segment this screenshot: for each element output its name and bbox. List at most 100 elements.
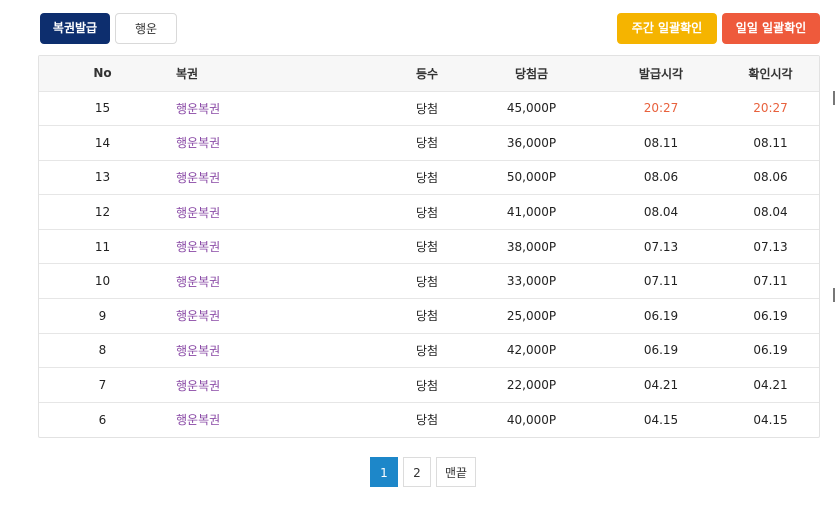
- ticket-name-link-cell[interactable]: 행운복권: [166, 229, 391, 264]
- page-button-2[interactable]: 2: [403, 457, 431, 487]
- issue-ticket-button[interactable]: 복권발급: [40, 13, 110, 44]
- row-no-cell: 10: [39, 264, 166, 299]
- header-checked-time: 확인시각: [748, 66, 793, 81]
- row-checked-time-cell: 04.21: [722, 368, 819, 403]
- lottery-table: No 복권 등수 당첨금 발급시각 확인시각 15 행운복권 당첨 45,000P 20…: [39, 56, 819, 437]
- ticket-name-link[interactable]: 행운복권: [176, 240, 220, 254]
- row-issued-time-cell: 04.15: [600, 402, 722, 437]
- ticket-name-link-cell[interactable]: 행운복권: [166, 264, 391, 299]
- daily-batch-check-button[interactable]: 일일 일괄확인: [722, 13, 820, 44]
- table-row: 7 행운복권 당첨 22,000P 04.21 04.21: [39, 367, 819, 403]
- ticket-name-link[interactable]: 행운복권: [176, 413, 220, 427]
- row-no: 13: [94, 170, 111, 185]
- row-checked-time-cell: 08.06: [722, 160, 819, 195]
- page-button-1[interactable]: 1: [370, 457, 398, 487]
- row-checked-time-cell: 08.11: [722, 126, 819, 161]
- ticket-name-link-cell[interactable]: 행운복권: [166, 402, 391, 437]
- row-no-cell: 8: [39, 333, 166, 368]
- row-no-cell: 12: [39, 195, 166, 230]
- header-ticket: 복권: [176, 66, 199, 81]
- row-grade: 당첨: [415, 413, 439, 428]
- row-issued-time-cell: 08.11: [600, 126, 722, 161]
- row-issued-time-cell: 20:27: [600, 91, 722, 126]
- row-checked-time: 04.15: [753, 412, 788, 427]
- row-no: 10: [94, 274, 111, 289]
- row-no-cell: 9: [39, 299, 166, 334]
- row-issued-time: 04.21: [643, 378, 679, 393]
- row-prize: 40,000P: [506, 412, 557, 427]
- row-no-cell: 7: [39, 368, 166, 403]
- table-row: 10 행운복권 당첨 33,000P 07.11 07.11: [39, 263, 819, 299]
- row-no-cell: 11: [39, 229, 166, 264]
- ticket-name-link[interactable]: 행운복권: [176, 379, 220, 393]
- weekly-batch-check-button[interactable]: 주간 일괄확인: [617, 13, 717, 44]
- row-prize: 22,000P: [506, 378, 557, 393]
- luck-filter-button[interactable]: 행운: [115, 13, 177, 44]
- row-checked-time: 08.06: [753, 170, 788, 185]
- row-issued-time: 07.13: [643, 239, 679, 254]
- row-grade: 당첨: [415, 205, 439, 220]
- row-issued-time-cell: 07.13: [600, 229, 722, 264]
- header-grade: 등수: [415, 66, 439, 81]
- row-issued-time-cell: 06.19: [600, 333, 722, 368]
- row-no-cell: 13: [39, 160, 166, 195]
- header-issued-time: 발급시각: [638, 66, 684, 81]
- row-checked-time: 04.21: [753, 378, 788, 393]
- row-checked-time-cell: 06.19: [722, 299, 819, 334]
- row-issued-time: 20:27: [643, 101, 679, 116]
- row-issued-time: 04.15: [643, 412, 679, 427]
- lottery-table-container: No 복권 등수 당첨금 발급시각 확인시각 15 행운복권 당첨 45,000P 20…: [38, 55, 820, 438]
- table-header-row: No 복권 등수 당첨금 발급시각 확인시각: [39, 56, 819, 91]
- row-checked-time: 08.04: [753, 205, 788, 220]
- ticket-name-link-cell[interactable]: 행운복권: [166, 333, 391, 368]
- row-no-cell: 6: [39, 402, 166, 437]
- row-grade-cell: 당첨: [391, 91, 463, 126]
- row-issued-time-cell: 08.04: [600, 195, 722, 230]
- row-grade-cell: 당첨: [391, 299, 463, 334]
- row-checked-time-cell: 06.19: [722, 333, 819, 368]
- ticket-name-link-cell[interactable]: 행운복권: [166, 299, 391, 334]
- ticket-name-link[interactable]: 행운복권: [176, 206, 220, 220]
- ticket-name-link[interactable]: 행운복권: [176, 275, 220, 289]
- row-no: 15: [94, 101, 111, 116]
- table-row: 11 행운복권 당첨 38,000P 07.13 07.13: [39, 229, 819, 264]
- row-no: 11: [94, 239, 111, 254]
- row-prize-cell: 41,000P: [463, 195, 600, 230]
- table-row: 9 행운복권 당첨 25,000P 06.19 06.19: [39, 298, 819, 334]
- ticket-name-link-cell[interactable]: 행운복권: [166, 368, 391, 403]
- ticket-name-link[interactable]: 행운복권: [176, 171, 220, 185]
- row-issued-time: 07.11: [643, 274, 679, 289]
- ticket-name-link[interactable]: 행운복권: [176, 309, 220, 323]
- row-checked-time: 07.11: [753, 274, 788, 289]
- ticket-name-link-cell[interactable]: 행운복권: [166, 126, 391, 161]
- row-prize: 36,000P: [506, 135, 557, 150]
- row-issued-time: 06.19: [643, 343, 679, 358]
- ticket-name-link-cell[interactable]: 행운복권: [166, 160, 391, 195]
- table-row: 8 행운복권 당첨 42,000P 06.19 06.19: [39, 333, 819, 368]
- row-no: 7: [98, 378, 107, 393]
- ticket-name-link-cell[interactable]: 행운복권: [166, 91, 391, 126]
- row-prize-cell: 33,000P: [463, 264, 600, 299]
- row-grade: 당첨: [415, 309, 439, 324]
- row-checked-time-cell: 08.04: [722, 195, 819, 230]
- row-no-cell: 14: [39, 126, 166, 161]
- last-page-button[interactable]: 맨끝: [436, 457, 477, 487]
- row-no: 9: [98, 308, 107, 323]
- row-checked-time-cell: 07.13: [722, 229, 819, 264]
- row-grade: 당첨: [415, 378, 439, 393]
- row-checked-time: 08.11: [753, 135, 788, 150]
- ticket-name-link[interactable]: 행운복권: [176, 136, 220, 150]
- row-grade: 당첨: [415, 274, 439, 289]
- row-checked-time: 07.13: [753, 239, 788, 254]
- ticket-name-link-cell[interactable]: 행운복권: [166, 195, 391, 230]
- row-issued-time-cell: 08.06: [600, 160, 722, 195]
- row-prize-cell: 40,000P: [463, 402, 600, 437]
- toolbar: 복권발급 행운 주간 일괄확인 일일 일괄확인: [40, 13, 820, 45]
- row-grade-cell: 당첨: [391, 264, 463, 299]
- ticket-name-link[interactable]: 행운복권: [176, 344, 220, 358]
- ticket-name-link[interactable]: 행운복권: [176, 102, 220, 116]
- row-prize: 41,000P: [506, 205, 557, 220]
- row-checked-time-cell: 04.15: [722, 402, 819, 437]
- row-no: 12: [94, 205, 111, 220]
- row-checked-time: 06.19: [753, 343, 788, 358]
